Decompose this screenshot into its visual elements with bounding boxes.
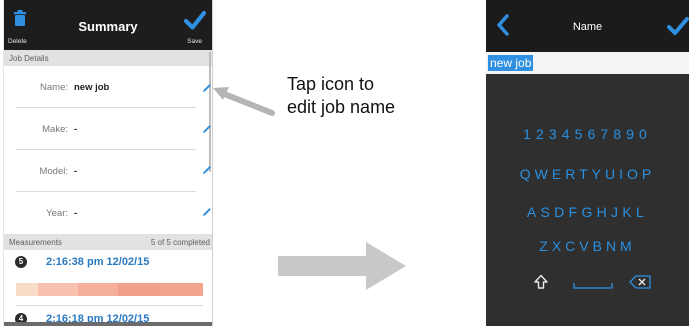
model-field-value: -: [74, 166, 78, 177]
callout-line-2: edit job name: [287, 97, 396, 117]
callout-line-1: Tap icon to: [287, 74, 375, 94]
make-field-label: Make:: [42, 124, 68, 135]
bar-segment: [38, 283, 78, 296]
summary-header: Delete Summary Save: [4, 0, 212, 50]
bar-segment: [16, 283, 38, 296]
bar-segment: [118, 283, 160, 296]
make-field-value: -: [74, 124, 78, 135]
space-key[interactable]: [573, 282, 613, 290]
keyboard-row-zxcv[interactable]: ZXCVBNM: [486, 238, 689, 254]
flow-arrow: [278, 242, 406, 290]
page-title: Name: [572, 21, 603, 33]
model-field-label: Model:: [39, 166, 68, 177]
scrollbar[interactable]: [209, 52, 211, 172]
callout-text: Tap icon to edit job name: [287, 73, 395, 119]
model-field-row: Model: -: [16, 150, 196, 192]
bar-segment: [78, 283, 118, 296]
measurements-label: Measurements: [9, 238, 62, 247]
save-label: Save: [187, 38, 202, 45]
completed-status: 5 of 5 completed: [150, 238, 210, 247]
delete-label: Delete: [8, 38, 27, 45]
measurement-bar-strip: [16, 283, 203, 296]
measurement-number-badge: 5: [15, 256, 27, 268]
year-field-label: Year:: [46, 208, 68, 219]
name-edit-screen: Name new job 1234567890 QWERTYUIOP ASDFG…: [486, 0, 689, 326]
job-details-label: Job Details: [9, 54, 49, 63]
pencil-icon[interactable]: [202, 124, 212, 134]
pencil-icon[interactable]: [202, 207, 212, 217]
save-button[interactable]: Save: [178, 0, 212, 50]
checkmark-icon: [184, 10, 206, 30]
name-input-value[interactable]: new job: [488, 55, 534, 71]
name-field-row: Name: new job: [16, 66, 196, 108]
year-field-value: -: [74, 208, 78, 219]
keyboard-row-qwerty[interactable]: QWERTYUIOP: [486, 166, 689, 182]
pencil-icon[interactable]: [202, 83, 212, 93]
make-field-row: Make: -: [16, 108, 196, 150]
keyboard-row-asdf[interactable]: ASDFGHJKL: [486, 204, 689, 220]
job-details-section-header: Job Details: [4, 50, 212, 66]
backspace-icon[interactable]: [629, 275, 651, 289]
summary-screen: Delete Summary Save Job Details Name: ne…: [4, 0, 212, 326]
name-field-value: new job: [74, 82, 110, 93]
keyboard-row-numbers[interactable]: 1234567890: [486, 126, 689, 142]
shift-icon[interactable]: [534, 274, 548, 290]
measurements-section-header: Measurements 5 of 5 completed: [4, 234, 212, 250]
name-field-label: Name:: [40, 82, 68, 93]
bottom-edge: [4, 322, 212, 326]
measurement-time: 2:16:38 pm 12/02/15: [46, 256, 150, 268]
divider: [16, 305, 203, 306]
name-input-field[interactable]: new job: [486, 52, 689, 74]
bar-segment: [160, 283, 203, 296]
name-edit-header: Name: [486, 0, 689, 52]
checkmark-icon[interactable]: [667, 16, 689, 36]
year-field-row: Year: -: [16, 192, 196, 234]
pencil-icon[interactable]: [202, 165, 212, 175]
